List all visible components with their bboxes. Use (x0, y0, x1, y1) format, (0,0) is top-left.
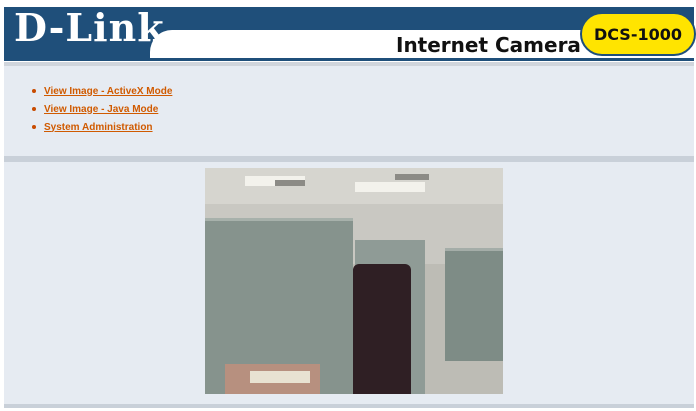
papers (250, 371, 310, 383)
camera-image (205, 168, 503, 394)
bullet-icon (32, 89, 36, 93)
nav-list: View Image - ActiveX Mode View Image - J… (32, 82, 172, 136)
nav-item-activex: View Image - ActiveX Mode (32, 82, 172, 100)
bullet-icon (32, 125, 36, 129)
nav-item-java: View Image - Java Mode (32, 100, 172, 118)
ceiling-vent (275, 180, 305, 186)
cubicle-panel-right (445, 248, 503, 361)
product-title: Internet Camera (396, 33, 581, 57)
nav-item-admin: System Administration (32, 118, 172, 136)
hanging-coat (353, 264, 411, 394)
bullet-icon (32, 107, 36, 111)
footer-divider (4, 404, 694, 408)
system-administration-link[interactable]: System Administration (44, 122, 153, 133)
header: D-Link Internet Camera DCS-1000 (0, 0, 696, 62)
view-image-java-link[interactable]: View Image - Java Mode (44, 104, 158, 115)
camera-ceiling (205, 168, 503, 204)
ceiling-vent (395, 174, 429, 180)
ceiling-light (355, 182, 425, 192)
view-image-activex-link[interactable]: View Image - ActiveX Mode (44, 86, 172, 97)
model-badge: DCS-1000 (580, 12, 696, 56)
nav-panel: View Image - ActiveX Mode View Image - J… (4, 66, 694, 156)
dlink-logo: D-Link (14, 5, 165, 50)
